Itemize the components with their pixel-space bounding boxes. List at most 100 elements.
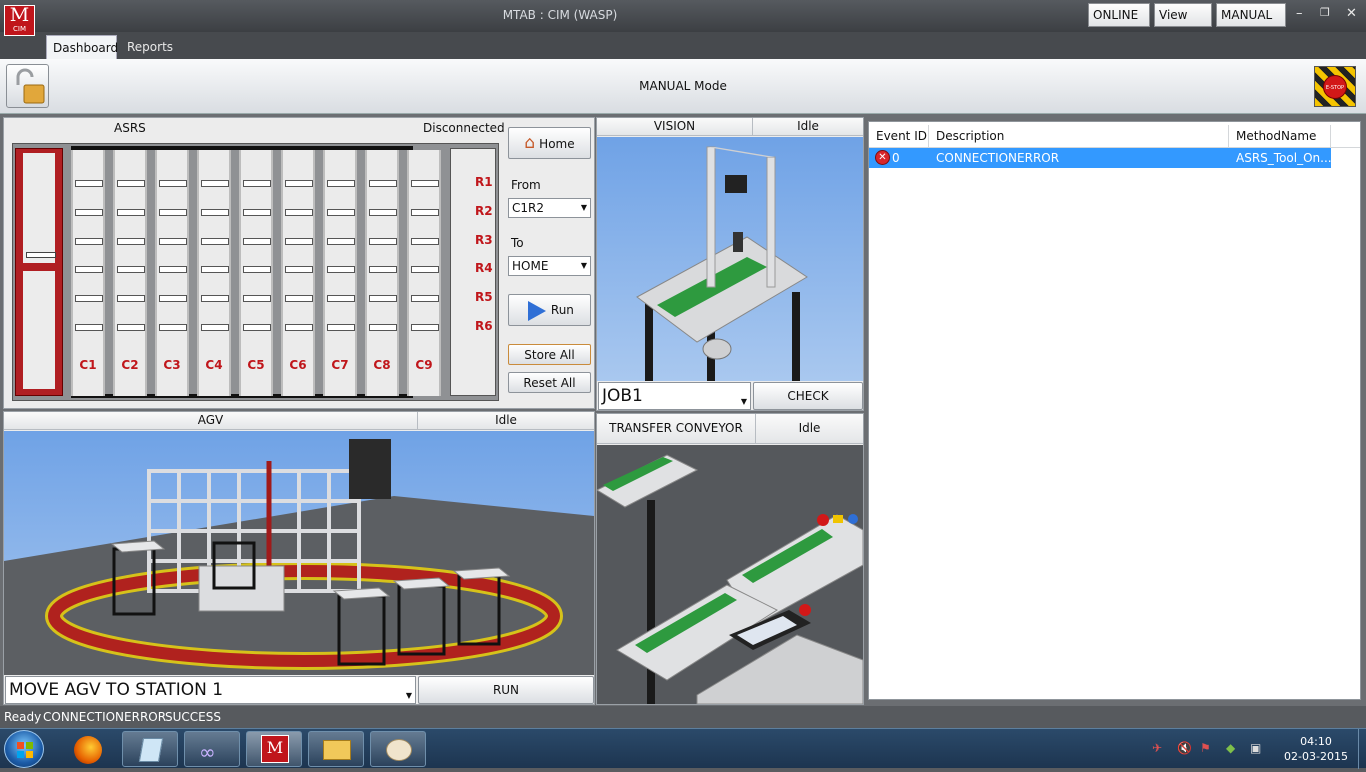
storage-slot[interactable] <box>201 208 229 216</box>
storage-slot[interactable] <box>75 237 103 245</box>
network-tray-icon[interactable]: ✈ <box>1152 741 1162 755</box>
from-select[interactable]: C1R2 ▼ <box>508 198 591 218</box>
taskbar-mtab-cim[interactable]: M <box>246 731 302 767</box>
taskbar-infinity[interactable]: ∞ <box>184 731 240 767</box>
storage-slot[interactable] <box>201 324 229 331</box>
storage-slot[interactable] <box>159 180 187 187</box>
storage-slot[interactable] <box>117 180 145 187</box>
storage-slot[interactable] <box>327 295 355 303</box>
storage-slot[interactable] <box>411 208 439 216</box>
estop-button[interactable]: E-STOP <box>1314 66 1356 107</box>
storage-slot[interactable] <box>201 295 229 303</box>
clock[interactable]: 04:10 02-03-2015 <box>1278 734 1354 764</box>
storage-slot[interactable] <box>285 295 313 303</box>
storage-slot[interactable] <box>243 266 271 274</box>
firefox-icon[interactable] <box>74 736 102 764</box>
storage-slot[interactable] <box>369 324 397 331</box>
to-select[interactable]: HOME ▼ <box>508 256 591 276</box>
storage-slot[interactable] <box>411 324 439 331</box>
storage-slot[interactable] <box>327 266 355 274</box>
storage-slot[interactable] <box>159 208 187 216</box>
storage-slot[interactable] <box>117 208 145 216</box>
view-sim-button[interactable]: View SIM <box>1154 3 1212 44</box>
start-button[interactable] <box>4 730 44 768</box>
taskbar-explorer[interactable] <box>308 731 364 767</box>
description-header[interactable]: Description <box>929 125 1229 147</box>
minimize-icon[interactable]: – <box>1296 6 1303 21</box>
tab-reports[interactable]: Reports <box>121 35 177 60</box>
storage-slot[interactable] <box>369 208 397 216</box>
storage-slot[interactable] <box>285 208 313 216</box>
check-button[interactable]: CHECK <box>753 382 863 410</box>
storage-slot[interactable] <box>75 180 103 187</box>
storage-slot[interactable] <box>285 266 313 274</box>
taskbar-notepad[interactable] <box>122 731 178 767</box>
storage-slot[interactable] <box>369 266 397 274</box>
display-tray-icon[interactable]: ▣ <box>1250 741 1261 755</box>
storage-slot[interactable] <box>411 180 439 187</box>
asrs-run-button[interactable]: Run <box>508 294 591 326</box>
asrs-column: C1 <box>71 150 105 396</box>
paint-icon <box>386 739 412 761</box>
close-icon[interactable]: ✕ <box>1346 6 1357 21</box>
method-name-header[interactable]: MethodName <box>1229 125 1331 147</box>
storage-slot[interactable] <box>75 295 103 303</box>
asrs-title: ASRS <box>114 121 146 135</box>
window-title: MTAB : CIM (WASP) <box>502 8 618 22</box>
storage-slot[interactable] <box>75 324 103 331</box>
storage-slot[interactable] <box>327 324 355 331</box>
storage-slot[interactable] <box>201 237 229 245</box>
error-icon: ✕ <box>875 150 890 165</box>
storage-slot[interactable] <box>285 324 313 331</box>
show-desktop-button[interactable] <box>1358 729 1366 769</box>
storage-slot[interactable] <box>369 295 397 303</box>
agv-command-select[interactable]: MOVE AGV TO STATION 1 ▼ <box>5 676 416 704</box>
storage-slot[interactable] <box>159 295 187 303</box>
storage-slot[interactable] <box>159 237 187 245</box>
storage-slot[interactable] <box>201 180 229 187</box>
storage-slot[interactable] <box>411 237 439 245</box>
storage-slot[interactable] <box>243 295 271 303</box>
graphics-tray-icon[interactable]: ◆ <box>1226 741 1235 755</box>
mode-dropdown[interactable]: MANUAL ▼ <box>1216 3 1286 43</box>
storage-slot[interactable] <box>411 295 439 303</box>
storage-slot[interactable] <box>411 266 439 274</box>
storage-slot[interactable] <box>327 237 355 245</box>
storage-slot[interactable] <box>159 324 187 331</box>
storage-slot[interactable] <box>117 237 145 245</box>
conveyor-illustration <box>595 454 864 705</box>
storage-slot[interactable] <box>159 266 187 274</box>
storage-slot[interactable] <box>285 237 313 245</box>
storage-slot[interactable] <box>327 180 355 187</box>
asrs-column: C2 <box>113 150 147 396</box>
storage-slot[interactable] <box>75 208 103 216</box>
event-row[interactable]: ✕ 0 CONNECTIONERROR ASRS_Tool_On... <box>869 148 1332 168</box>
storage-slot[interactable] <box>285 180 313 187</box>
storage-slot[interactable] <box>117 266 145 274</box>
storage-slot[interactable] <box>243 237 271 245</box>
store-all-button[interactable]: Store All <box>508 344 591 365</box>
storage-slot[interactable] <box>369 180 397 187</box>
agv-run-button[interactable]: RUN <box>418 676 594 704</box>
home-button[interactable]: ⌂ Home <box>508 127 591 159</box>
reset-all-button[interactable]: Reset All <box>508 372 591 393</box>
storage-slot[interactable] <box>327 208 355 216</box>
event-id-header[interactable]: Event ID <box>869 125 929 147</box>
storage-slot[interactable] <box>201 266 229 274</box>
taskbar-paint[interactable] <box>370 731 426 767</box>
storage-slot[interactable] <box>117 295 145 303</box>
restore-icon[interactable]: ❐ <box>1320 6 1330 19</box>
storage-slot[interactable] <box>243 324 271 331</box>
tab-dashboard[interactable]: Dashboard <box>46 35 118 60</box>
storage-slot[interactable] <box>243 180 271 187</box>
title-bar: MTAB : CIM (WASP) ONLINE ▼ View SIM MANU… <box>0 0 1366 44</box>
flag-tray-icon[interactable]: ⚑ <box>1200 741 1211 755</box>
column-label: C9 <box>415 358 433 372</box>
storage-slot[interactable] <box>75 266 103 274</box>
connection-dropdown[interactable]: ONLINE ▼ <box>1088 3 1150 43</box>
volume-muted-icon[interactable]: 🔇 <box>1177 741 1192 755</box>
storage-slot[interactable] <box>117 324 145 331</box>
storage-slot[interactable] <box>369 237 397 245</box>
storage-slot[interactable] <box>243 208 271 216</box>
job-select[interactable]: JOB1 ▼ <box>598 382 751 410</box>
